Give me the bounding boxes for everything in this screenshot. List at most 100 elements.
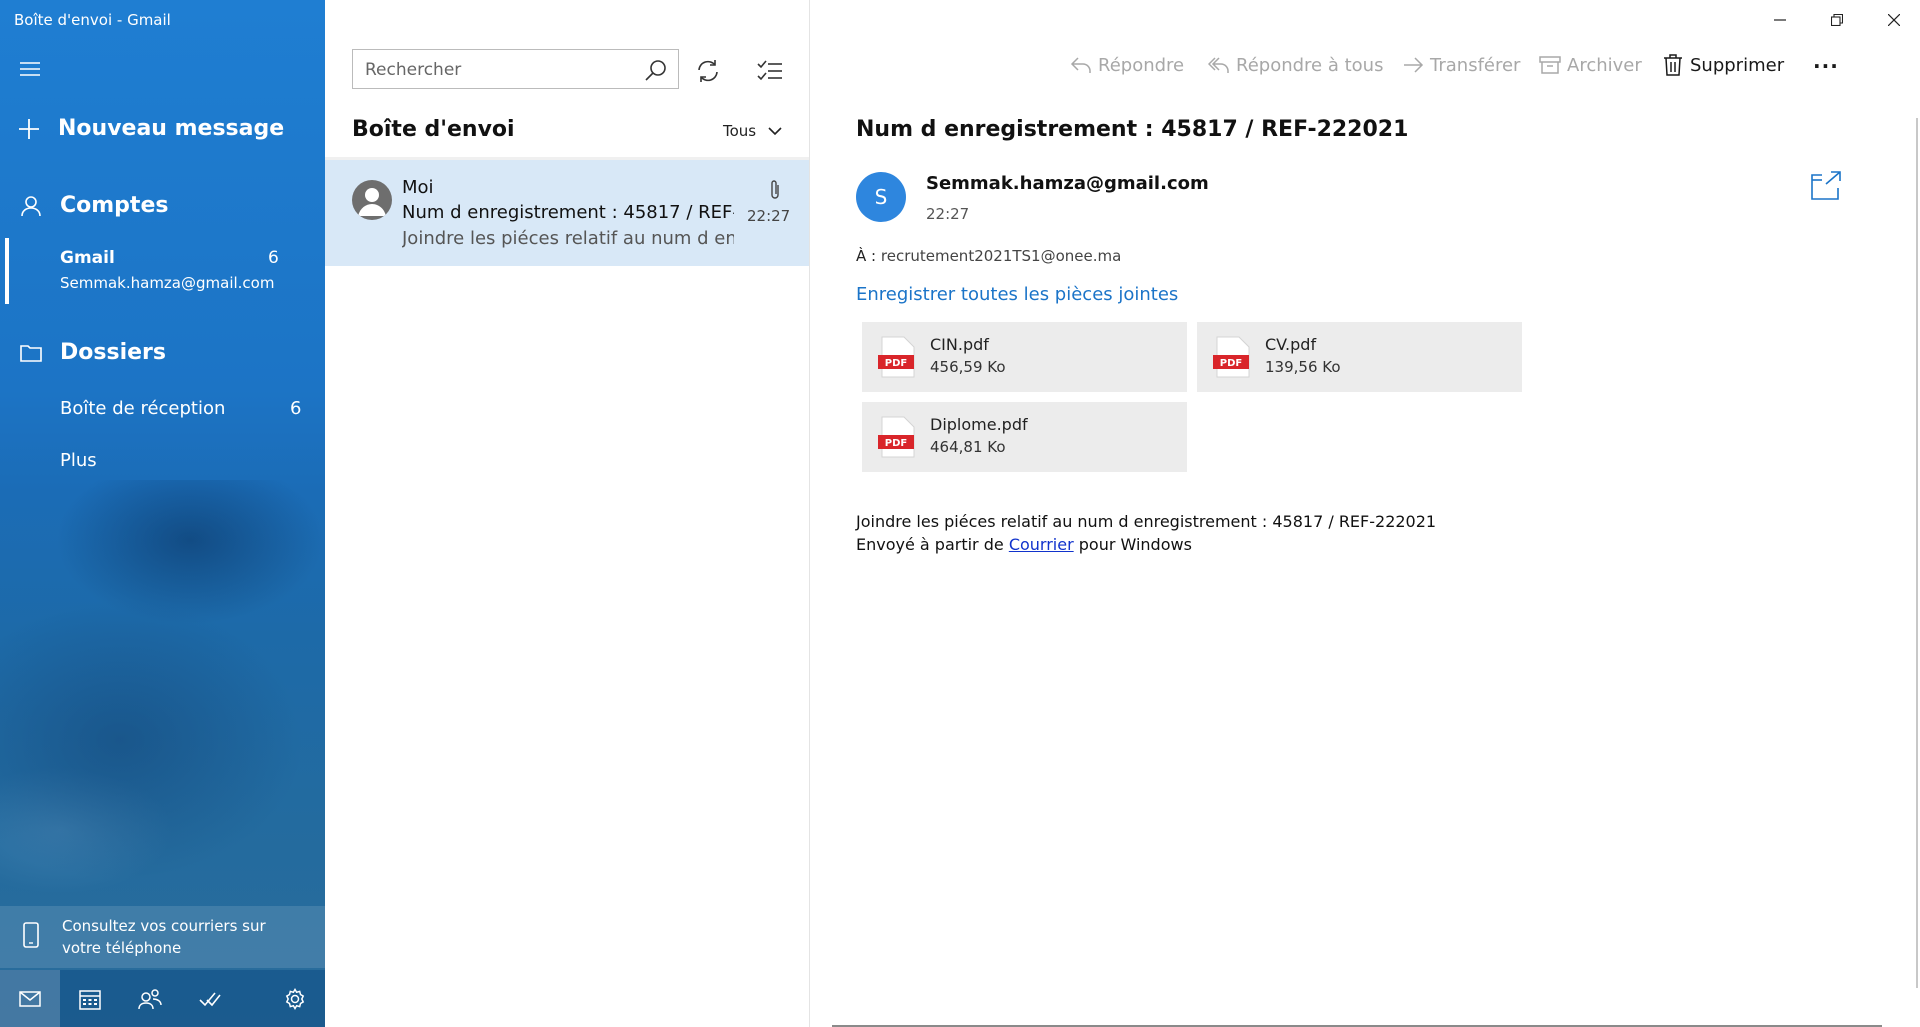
message-list-pane: Boîte d'envoi Tous Moi Num d enregistrem… bbox=[325, 0, 810, 1027]
recipient-line: À : recrutement2021TS1@onee.ma bbox=[856, 247, 1121, 265]
attachment-size: 464,81 Ko bbox=[930, 438, 1006, 456]
body-signature-line: Envoyé à partir de Courrier pour Windows bbox=[856, 535, 1192, 554]
accounts-label: Comptes bbox=[60, 193, 169, 218]
search-icon[interactable] bbox=[645, 59, 667, 81]
window-title: Boîte d'envoi - Gmail bbox=[14, 11, 171, 29]
selected-indicator bbox=[5, 238, 9, 304]
filter-dropdown[interactable]: Tous bbox=[723, 122, 782, 140]
settings-icon[interactable] bbox=[265, 970, 325, 1027]
reading-pane: Répondre Répondre à tous Transférer Arch… bbox=[810, 0, 1920, 1027]
forward-icon bbox=[1402, 54, 1424, 76]
folder-title: Boîte d'envoi bbox=[352, 117, 515, 142]
pdf-file-icon: PDF bbox=[878, 336, 918, 378]
phone-icon bbox=[22, 922, 40, 948]
new-message-label: Nouveau message bbox=[58, 116, 285, 141]
attachment-card[interactable]: PDF Diplome.pdf 464,81 Ko bbox=[862, 402, 1187, 472]
body-text-line: Joindre les piéces relatif au num d enre… bbox=[856, 512, 1437, 531]
search-input[interactable] bbox=[353, 50, 647, 90]
accounts-header[interactable]: Comptes bbox=[20, 193, 168, 218]
courrier-link[interactable]: Courrier bbox=[1009, 535, 1074, 554]
folders-header[interactable]: Dossiers bbox=[20, 340, 166, 365]
message-from: Moi bbox=[402, 177, 434, 198]
mail-icon[interactable] bbox=[0, 970, 60, 1027]
sidebar: Boîte d'envoi - Gmail Nouveau message Co… bbox=[0, 0, 325, 1027]
message-preview: Joindre les piéces relatif au num d enre… bbox=[402, 228, 734, 249]
hamburger-menu-icon[interactable] bbox=[20, 59, 40, 79]
reply-all-icon bbox=[1208, 54, 1230, 76]
phone-banner[interactable]: Consultez vos courriers sur votre téléph… bbox=[0, 906, 325, 968]
signature-suffix: pour Windows bbox=[1078, 535, 1192, 554]
delete-label: Supprimer bbox=[1690, 54, 1785, 76]
attachment-size: 456,59 Ko bbox=[930, 358, 1006, 376]
sender-initial: S bbox=[874, 185, 888, 209]
attachment-size: 139,56 Ko bbox=[1265, 358, 1341, 376]
reply-label: Répondre bbox=[1098, 54, 1185, 76]
selection-mode-icon[interactable] bbox=[757, 58, 783, 84]
sender-name[interactable]: Semmak.hamza@gmail.com bbox=[926, 173, 1209, 194]
account-name: Gmail bbox=[60, 248, 115, 268]
sync-icon[interactable] bbox=[695, 58, 721, 84]
save-all-attachments-link[interactable]: Enregistrer toutes les pièces jointes bbox=[856, 284, 1178, 305]
chevron-down-icon bbox=[768, 124, 782, 138]
account-gmail[interactable]: Gmail 6 Semmak.hamza@gmail.com bbox=[0, 238, 325, 304]
pdf-badge-text: PDF bbox=[885, 438, 907, 449]
attachment-name: CIN.pdf bbox=[930, 335, 989, 354]
bottom-nav bbox=[0, 970, 325, 1027]
vertical-scrollbar[interactable] bbox=[1916, 118, 1918, 988]
person-icon bbox=[20, 195, 42, 217]
list-item[interactable]: Moi Num d enregistrement : 45817 / REF-2… bbox=[325, 160, 809, 266]
archive-icon bbox=[1539, 54, 1561, 76]
folder-icon bbox=[20, 342, 42, 364]
attachment-name: Diplome.pdf bbox=[930, 415, 1028, 434]
todo-icon[interactable] bbox=[180, 970, 240, 1027]
trash-icon bbox=[1662, 54, 1684, 76]
signature-prefix: Envoyé à partir de bbox=[856, 535, 1004, 554]
pdf-file-icon: PDF bbox=[878, 416, 918, 458]
restore-icon[interactable] bbox=[1825, 8, 1849, 32]
minimize-icon[interactable] bbox=[1768, 8, 1792, 32]
more-options-button[interactable]: ··· bbox=[1813, 54, 1839, 78]
message-title: Num d enregistrement : 45817 / REF-22202… bbox=[856, 117, 1409, 142]
calendar-icon[interactable] bbox=[60, 970, 120, 1027]
to-label: À : bbox=[856, 247, 877, 265]
folder-inbox[interactable]: Boîte de réception bbox=[60, 398, 225, 419]
new-message-button[interactable]: Nouveau message bbox=[18, 116, 284, 141]
reply-all-label: Répondre à tous bbox=[1236, 54, 1384, 76]
delete-button[interactable]: Supprimer bbox=[1662, 54, 1784, 76]
plus-icon bbox=[18, 118, 40, 140]
more-icon: ··· bbox=[1813, 54, 1839, 78]
attachment-card[interactable]: PDF CIN.pdf 456,59 Ko bbox=[862, 322, 1187, 392]
pdf-file-icon: PDF bbox=[1213, 336, 1253, 378]
message-subject: Num d enregistrement : 45817 / REF-22202… bbox=[402, 202, 734, 223]
avatar bbox=[352, 180, 392, 220]
sender-avatar: S bbox=[856, 172, 906, 222]
forward-label: Transférer bbox=[1430, 54, 1521, 76]
archive-button[interactable]: Archiver bbox=[1539, 54, 1642, 76]
pdf-badge-text: PDF bbox=[1220, 358, 1242, 369]
account-unread-count: 6 bbox=[268, 248, 279, 268]
pdf-badge-text: PDF bbox=[885, 358, 907, 369]
recipient-address[interactable]: recrutement2021TS1@onee.ma bbox=[881, 247, 1121, 265]
reply-button[interactable]: Répondre bbox=[1070, 54, 1184, 76]
attachment-name: CV.pdf bbox=[1265, 335, 1317, 354]
forward-button[interactable]: Transférer bbox=[1402, 54, 1520, 76]
phone-banner-text: Consultez vos courriers sur votre téléph… bbox=[62, 917, 266, 957]
attachment-card[interactable]: PDF CV.pdf 139,56 Ko bbox=[1197, 322, 1522, 392]
close-icon[interactable] bbox=[1882, 8, 1906, 32]
background-mountain-image bbox=[0, 480, 325, 930]
archive-label: Archiver bbox=[1567, 54, 1642, 76]
attachment-icon bbox=[767, 179, 783, 201]
folders-label: Dossiers bbox=[60, 340, 166, 365]
people-icon[interactable] bbox=[120, 970, 180, 1027]
account-email: Semmak.hamza@gmail.com bbox=[60, 274, 275, 292]
sender-time: 22:27 bbox=[926, 205, 970, 223]
reply-all-button[interactable]: Répondre à tous bbox=[1208, 54, 1383, 76]
open-in-new-window-icon[interactable] bbox=[1810, 170, 1842, 200]
search-box[interactable] bbox=[352, 49, 679, 90]
reply-icon bbox=[1070, 54, 1092, 76]
filter-label: Tous bbox=[723, 122, 757, 140]
folder-more[interactable]: Plus bbox=[60, 450, 97, 471]
folder-inbox-count: 6 bbox=[290, 398, 302, 419]
message-time: 22:27 bbox=[747, 207, 791, 225]
